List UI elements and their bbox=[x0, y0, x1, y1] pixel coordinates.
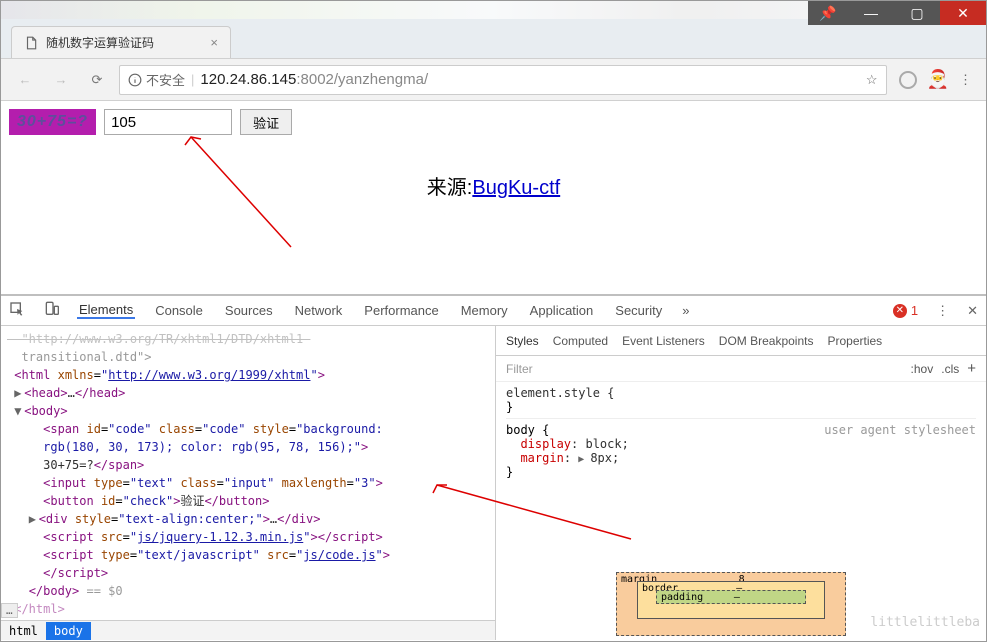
maximize-button[interactable]: ▢ bbox=[894, 1, 940, 25]
styles-filter-row: Filter :hov .cls + bbox=[496, 356, 986, 382]
devtools-close-icon[interactable]: ✕ bbox=[967, 303, 978, 319]
menu-icon[interactable]: ⋮ bbox=[959, 72, 972, 88]
tab-title: 随机数字运算验证码 bbox=[46, 34, 210, 51]
captcha-code: 30+75=? bbox=[9, 109, 96, 135]
close-window-button[interactable]: ✕ bbox=[940, 1, 986, 25]
annotation-arrow bbox=[431, 479, 651, 549]
styles-tab-styles[interactable]: Styles bbox=[506, 334, 539, 348]
extension-icons: 🎅 ⋮ bbox=[895, 69, 976, 90]
styles-tab-listeners[interactable]: Event Listeners bbox=[622, 334, 705, 348]
tab-close-icon[interactable]: × bbox=[210, 35, 218, 50]
gutter-dots[interactable]: … bbox=[1, 603, 18, 618]
crumb-body[interactable]: body bbox=[46, 622, 91, 640]
browser-tabbar: 随机数字运算验证码 × bbox=[1, 19, 986, 59]
box-model[interactable]: margin 8 border – padding – bbox=[616, 572, 846, 636]
minimize-button[interactable]: — bbox=[848, 1, 894, 25]
page-content: 30+75=? 验证 来源:BugKu-ctf bbox=[1, 101, 986, 294]
devtools-panel: Elements Console Sources Network Perform… bbox=[1, 294, 986, 640]
tab-network[interactable]: Network bbox=[293, 303, 345, 318]
inspect-icon[interactable] bbox=[9, 301, 25, 320]
extension-icon[interactable]: 🎅 bbox=[927, 69, 949, 90]
styles-tab-properties[interactable]: Properties bbox=[827, 334, 882, 348]
tab-security[interactable]: Security bbox=[613, 303, 664, 318]
elements-panel[interactable]: "http://www.w3.org/TR/xhtml1/DTD/xhtml1-… bbox=[1, 326, 496, 640]
bookmark-star-icon[interactable]: ☆ bbox=[866, 72, 878, 88]
address-bar: ← → ⟳ 不安全 | 120.24.86.145:8002/yanzhengm… bbox=[1, 59, 986, 101]
pin-button[interactable]: 📌 bbox=[808, 1, 848, 25]
tab-memory[interactable]: Memory bbox=[459, 303, 510, 318]
styles-tab-dom-bp[interactable]: DOM Breakpoints bbox=[719, 334, 814, 348]
omnibox[interactable]: 不安全 | 120.24.86.145:8002/yanzhengma/ ☆ bbox=[119, 65, 887, 95]
tab-console[interactable]: Console bbox=[153, 303, 205, 318]
back-button[interactable]: ← bbox=[11, 66, 39, 94]
tab-sources[interactable]: Sources bbox=[223, 303, 275, 318]
devtools-tabs: Elements Console Sources Network Perform… bbox=[1, 296, 986, 326]
window-controls: 📌 — ▢ ✕ bbox=[808, 1, 986, 25]
styles-tab-computed[interactable]: Computed bbox=[553, 334, 608, 348]
browser-tab[interactable]: 随机数字运算验证码 × bbox=[11, 26, 231, 58]
styles-filter-input[interactable]: Filter bbox=[506, 362, 903, 376]
cls-toggle[interactable]: .cls bbox=[941, 362, 959, 376]
watermark: littlelittleba bbox=[870, 615, 980, 630]
devtools-menu-icon[interactable]: ⋮ bbox=[936, 303, 949, 319]
extension-icon[interactable] bbox=[899, 71, 917, 89]
forward-button[interactable]: → bbox=[47, 66, 75, 94]
tab-performance[interactable]: Performance bbox=[362, 303, 440, 318]
error-indicator[interactable]: ✕1 bbox=[893, 303, 918, 318]
crumb-html[interactable]: html bbox=[1, 622, 46, 640]
styles-tabs: Styles Computed Event Listeners DOM Brea… bbox=[496, 326, 986, 356]
tab-elements[interactable]: Elements bbox=[77, 302, 135, 319]
new-rule-button[interactable]: + bbox=[967, 360, 976, 377]
tabs-overflow[interactable]: » bbox=[682, 303, 689, 318]
url-text: 120.24.86.145:8002/yanzhengma/ bbox=[200, 71, 428, 88]
device-icon[interactable] bbox=[43, 301, 59, 320]
dom-breadcrumb[interactable]: html body bbox=[1, 620, 495, 640]
source-line: 来源:BugKu-ctf bbox=[9, 171, 978, 200]
source-link[interactable]: BugKu-ctf bbox=[472, 177, 560, 199]
file-icon bbox=[24, 36, 38, 50]
info-icon bbox=[128, 73, 142, 87]
security-indicator[interactable]: 不安全 bbox=[128, 70, 185, 89]
reload-button[interactable]: ⟳ bbox=[83, 66, 111, 94]
annotation-arrow bbox=[181, 127, 301, 257]
tab-application[interactable]: Application bbox=[528, 303, 596, 318]
hov-toggle[interactable]: :hov bbox=[911, 362, 934, 376]
